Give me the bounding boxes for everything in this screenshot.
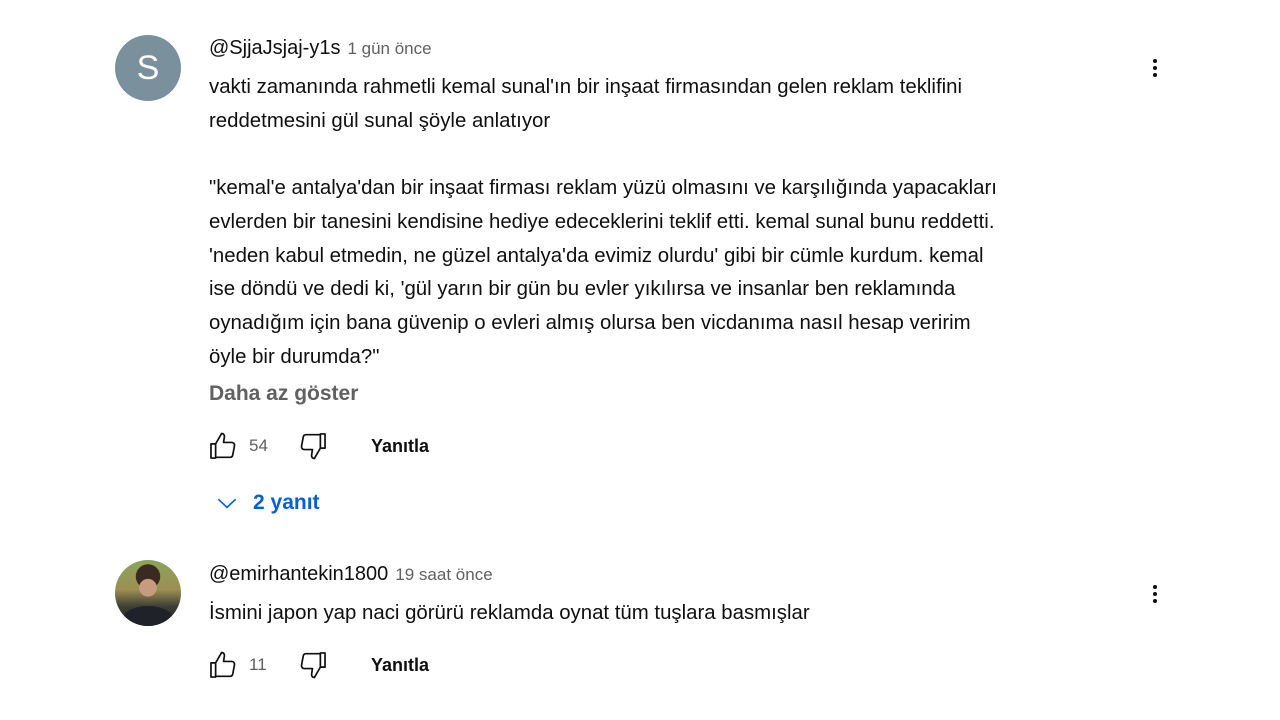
reply-button[interactable]: Yanıtla xyxy=(371,436,429,457)
more-actions-button[interactable] xyxy=(1137,576,1173,612)
comment-timestamp[interactable]: 19 saat önce xyxy=(395,565,492,585)
comment-actions: 54 Yanıtla xyxy=(205,428,429,464)
reply-button[interactable]: Yanıtla xyxy=(371,655,429,676)
more-vert-icon xyxy=(1153,585,1157,603)
comment-actions: 11 Yanıtla xyxy=(205,647,429,683)
show-less-button[interactable]: Daha az göster xyxy=(209,382,358,406)
chevron-down-icon xyxy=(217,498,237,509)
comment-header: @SjjaJsjaj-y1s 1 gün önce xyxy=(209,37,432,61)
like-count: 54 xyxy=(249,436,268,455)
more-vert-icon xyxy=(1153,59,1157,77)
comment-text: vakti zamanında rahmetli kemal sunal'ın … xyxy=(209,76,997,368)
thumb-up-icon xyxy=(210,432,236,459)
avatar[interactable]: S xyxy=(115,35,181,101)
thumb-down-icon xyxy=(300,433,326,460)
comment-timestamp[interactable]: 1 gün önce xyxy=(347,39,431,59)
comment-header: @emirhantekin1800 19 saat önce xyxy=(209,563,493,587)
avatar[interactable] xyxy=(115,560,181,626)
like-count: 11 xyxy=(249,655,267,674)
like-button[interactable] xyxy=(205,428,241,464)
comment-text: İsmini japon yap naci görürü reklamda oy… xyxy=(209,602,810,624)
author-name[interactable]: @SjjaJsjaj-y1s xyxy=(209,37,340,60)
more-actions-button[interactable] xyxy=(1137,50,1173,86)
like-button[interactable] xyxy=(205,647,241,683)
dislike-button[interactable] xyxy=(295,647,331,683)
thumb-down-icon xyxy=(300,652,326,679)
thumb-up-icon xyxy=(210,651,236,678)
author-name[interactable]: @emirhantekin1800 xyxy=(209,563,388,586)
replies-count-label: 2 yanıt xyxy=(253,491,320,514)
view-replies-button[interactable]: 2 yanıt xyxy=(214,485,320,521)
avatar-photo-shape xyxy=(123,606,173,626)
dislike-button[interactable] xyxy=(295,428,331,464)
